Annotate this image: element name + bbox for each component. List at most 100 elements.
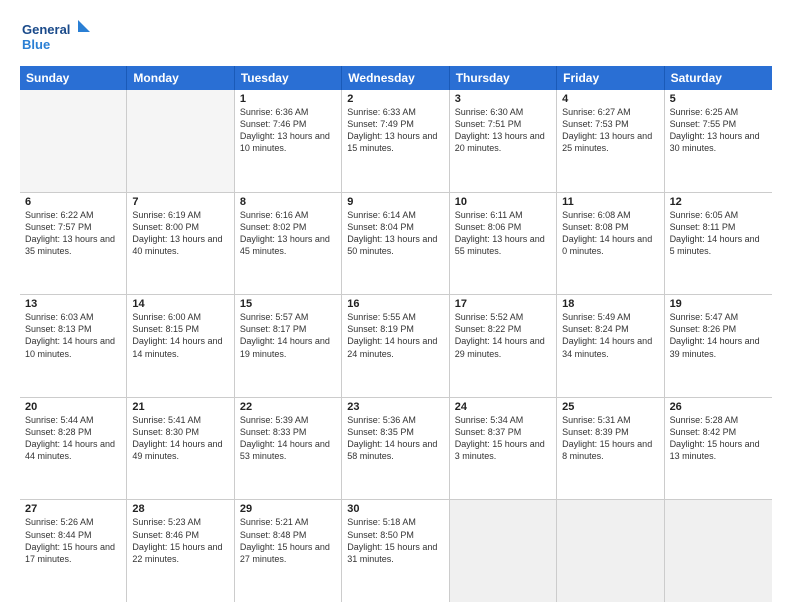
day-info: Sunrise: 5:18 AM Sunset: 8:50 PM Dayligh…: [347, 516, 443, 565]
day-info: Sunrise: 6:03 AM Sunset: 8:13 PM Dayligh…: [25, 311, 121, 360]
calendar-cell: 5Sunrise: 6:25 AM Sunset: 7:55 PM Daylig…: [665, 90, 772, 192]
day-info: Sunrise: 6:25 AM Sunset: 7:55 PM Dayligh…: [670, 106, 767, 155]
calendar-cell: 17Sunrise: 5:52 AM Sunset: 8:22 PM Dayli…: [450, 295, 557, 397]
day-info: Sunrise: 6:27 AM Sunset: 7:53 PM Dayligh…: [562, 106, 658, 155]
day-number: 28: [132, 503, 228, 515]
calendar-cell: 1Sunrise: 6:36 AM Sunset: 7:46 PM Daylig…: [235, 90, 342, 192]
calendar-cell: 22Sunrise: 5:39 AM Sunset: 8:33 PM Dayli…: [235, 398, 342, 500]
day-number: 1: [240, 93, 336, 105]
calendar: SundayMondayTuesdayWednesdayThursdayFrid…: [20, 66, 772, 602]
day-number: 27: [25, 503, 121, 515]
logo: General Blue: [20, 16, 90, 56]
calendar-cell: 25Sunrise: 5:31 AM Sunset: 8:39 PM Dayli…: [557, 398, 664, 500]
calendar-cell: 7Sunrise: 6:19 AM Sunset: 8:00 PM Daylig…: [127, 193, 234, 295]
day-info: Sunrise: 6:19 AM Sunset: 8:00 PM Dayligh…: [132, 209, 228, 258]
calendar-cell: 4Sunrise: 6:27 AM Sunset: 7:53 PM Daylig…: [557, 90, 664, 192]
calendar-cell: 21Sunrise: 5:41 AM Sunset: 8:30 PM Dayli…: [127, 398, 234, 500]
calendar-cell: 30Sunrise: 5:18 AM Sunset: 8:50 PM Dayli…: [342, 500, 449, 602]
calendar-cell: [20, 90, 127, 192]
svg-text:Blue: Blue: [22, 37, 50, 52]
calendar-cell: 14Sunrise: 6:00 AM Sunset: 8:15 PM Dayli…: [127, 295, 234, 397]
day-info: Sunrise: 5:57 AM Sunset: 8:17 PM Dayligh…: [240, 311, 336, 360]
calendar-cell: [665, 500, 772, 602]
day-info: Sunrise: 6:11 AM Sunset: 8:06 PM Dayligh…: [455, 209, 551, 258]
calendar-header-cell: Friday: [557, 66, 664, 90]
day-info: Sunrise: 6:33 AM Sunset: 7:49 PM Dayligh…: [347, 106, 443, 155]
day-number: 20: [25, 401, 121, 413]
calendar-cell: 12Sunrise: 6:05 AM Sunset: 8:11 PM Dayli…: [665, 193, 772, 295]
day-info: Sunrise: 6:16 AM Sunset: 8:02 PM Dayligh…: [240, 209, 336, 258]
day-number: 11: [562, 196, 658, 208]
header: General Blue: [20, 16, 772, 56]
calendar-cell: 6Sunrise: 6:22 AM Sunset: 7:57 PM Daylig…: [20, 193, 127, 295]
day-number: 7: [132, 196, 228, 208]
calendar-cell: 2Sunrise: 6:33 AM Sunset: 7:49 PM Daylig…: [342, 90, 449, 192]
day-info: Sunrise: 6:36 AM Sunset: 7:46 PM Dayligh…: [240, 106, 336, 155]
day-info: Sunrise: 5:28 AM Sunset: 8:42 PM Dayligh…: [670, 414, 767, 463]
day-info: Sunrise: 5:34 AM Sunset: 8:37 PM Dayligh…: [455, 414, 551, 463]
calendar-cell: 24Sunrise: 5:34 AM Sunset: 8:37 PM Dayli…: [450, 398, 557, 500]
day-number: 8: [240, 196, 336, 208]
day-number: 10: [455, 196, 551, 208]
calendar-body: 1Sunrise: 6:36 AM Sunset: 7:46 PM Daylig…: [20, 90, 772, 602]
calendar-header-cell: Thursday: [450, 66, 557, 90]
calendar-cell: 18Sunrise: 5:49 AM Sunset: 8:24 PM Dayli…: [557, 295, 664, 397]
day-number: 4: [562, 93, 658, 105]
calendar-cell: [127, 90, 234, 192]
calendar-header: SundayMondayTuesdayWednesdayThursdayFrid…: [20, 66, 772, 90]
calendar-cell: 3Sunrise: 6:30 AM Sunset: 7:51 PM Daylig…: [450, 90, 557, 192]
day-number: 2: [347, 93, 443, 105]
day-number: 19: [670, 298, 767, 310]
day-number: 29: [240, 503, 336, 515]
calendar-cell: 15Sunrise: 5:57 AM Sunset: 8:17 PM Dayli…: [235, 295, 342, 397]
calendar-cell: [450, 500, 557, 602]
day-info: Sunrise: 5:44 AM Sunset: 8:28 PM Dayligh…: [25, 414, 121, 463]
svg-text:General: General: [22, 22, 70, 37]
day-number: 21: [132, 401, 228, 413]
day-info: Sunrise: 5:21 AM Sunset: 8:48 PM Dayligh…: [240, 516, 336, 565]
calendar-header-cell: Sunday: [20, 66, 127, 90]
day-number: 16: [347, 298, 443, 310]
day-info: Sunrise: 6:00 AM Sunset: 8:15 PM Dayligh…: [132, 311, 228, 360]
calendar-header-cell: Monday: [127, 66, 234, 90]
calendar-cell: 28Sunrise: 5:23 AM Sunset: 8:46 PM Dayli…: [127, 500, 234, 602]
calendar-cell: 20Sunrise: 5:44 AM Sunset: 8:28 PM Dayli…: [20, 398, 127, 500]
calendar-cell: 27Sunrise: 5:26 AM Sunset: 8:44 PM Dayli…: [20, 500, 127, 602]
day-info: Sunrise: 5:55 AM Sunset: 8:19 PM Dayligh…: [347, 311, 443, 360]
calendar-row: 6Sunrise: 6:22 AM Sunset: 7:57 PM Daylig…: [20, 193, 772, 296]
day-info: Sunrise: 5:36 AM Sunset: 8:35 PM Dayligh…: [347, 414, 443, 463]
calendar-cell: 8Sunrise: 6:16 AM Sunset: 8:02 PM Daylig…: [235, 193, 342, 295]
calendar-cell: 26Sunrise: 5:28 AM Sunset: 8:42 PM Dayli…: [665, 398, 772, 500]
day-number: 6: [25, 196, 121, 208]
day-number: 5: [670, 93, 767, 105]
day-info: Sunrise: 6:14 AM Sunset: 8:04 PM Dayligh…: [347, 209, 443, 258]
day-number: 9: [347, 196, 443, 208]
calendar-row: 20Sunrise: 5:44 AM Sunset: 8:28 PM Dayli…: [20, 398, 772, 501]
day-info: Sunrise: 5:41 AM Sunset: 8:30 PM Dayligh…: [132, 414, 228, 463]
calendar-cell: [557, 500, 664, 602]
day-number: 14: [132, 298, 228, 310]
day-info: Sunrise: 5:39 AM Sunset: 8:33 PM Dayligh…: [240, 414, 336, 463]
calendar-row: 13Sunrise: 6:03 AM Sunset: 8:13 PM Dayli…: [20, 295, 772, 398]
calendar-cell: 29Sunrise: 5:21 AM Sunset: 8:48 PM Dayli…: [235, 500, 342, 602]
calendar-header-cell: Saturday: [665, 66, 772, 90]
day-info: Sunrise: 5:31 AM Sunset: 8:39 PM Dayligh…: [562, 414, 658, 463]
day-info: Sunrise: 6:30 AM Sunset: 7:51 PM Dayligh…: [455, 106, 551, 155]
day-number: 13: [25, 298, 121, 310]
day-number: 30: [347, 503, 443, 515]
day-number: 26: [670, 401, 767, 413]
calendar-row: 27Sunrise: 5:26 AM Sunset: 8:44 PM Dayli…: [20, 500, 772, 602]
calendar-cell: 13Sunrise: 6:03 AM Sunset: 8:13 PM Dayli…: [20, 295, 127, 397]
day-info: Sunrise: 6:22 AM Sunset: 7:57 PM Dayligh…: [25, 209, 121, 258]
day-number: 22: [240, 401, 336, 413]
calendar-cell: 19Sunrise: 5:47 AM Sunset: 8:26 PM Dayli…: [665, 295, 772, 397]
day-info: Sunrise: 5:47 AM Sunset: 8:26 PM Dayligh…: [670, 311, 767, 360]
day-info: Sunrise: 5:49 AM Sunset: 8:24 PM Dayligh…: [562, 311, 658, 360]
day-info: Sunrise: 6:08 AM Sunset: 8:08 PM Dayligh…: [562, 209, 658, 258]
day-info: Sunrise: 5:26 AM Sunset: 8:44 PM Dayligh…: [25, 516, 121, 565]
day-info: Sunrise: 5:23 AM Sunset: 8:46 PM Dayligh…: [132, 516, 228, 565]
day-number: 15: [240, 298, 336, 310]
calendar-header-cell: Wednesday: [342, 66, 449, 90]
day-number: 18: [562, 298, 658, 310]
logo-svg: General Blue: [20, 16, 90, 56]
